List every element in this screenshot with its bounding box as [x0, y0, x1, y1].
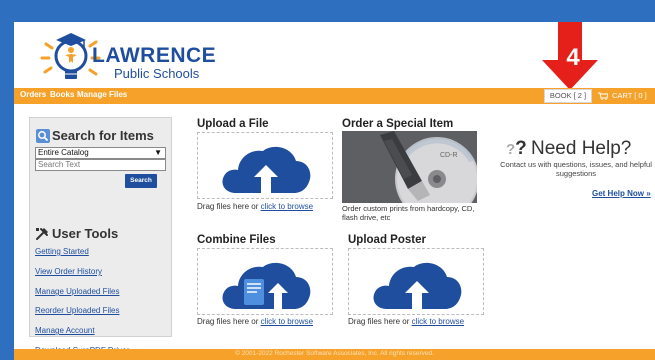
upload-poster-browse-link[interactable]: click to browse: [412, 317, 464, 326]
catalog-select[interactable]: Entire Catalog ▼: [35, 147, 166, 159]
upload-file-browse-link[interactable]: click to browse: [261, 202, 313, 211]
get-help-now-link[interactable]: Get Help Now »: [592, 189, 651, 198]
brand-name: LAWRENCE: [92, 44, 217, 67]
cloud-upload-icon: [222, 146, 311, 193]
upload-poster-title: Upload Poster: [348, 234, 426, 246]
upload-file-drag-text: Drag files here or: [197, 202, 261, 211]
cd-flashdrive-image[interactable]: CD-R: [342, 131, 477, 203]
cloud-upload-icon: [373, 262, 462, 309]
annotation-number: 4: [566, 44, 580, 71]
book-button[interactable]: BOOK [ 2 ]: [544, 89, 592, 103]
combine-files-drag-text: Drag files here or: [197, 317, 261, 326]
sidebar: Search for Items Entire Catalog ▼ Search…: [29, 117, 172, 355]
link-getting-started[interactable]: Getting Started: [35, 247, 89, 256]
cart-icon[interactable]: [598, 92, 608, 100]
link-reorder-uploaded-files[interactable]: Reorder Uploaded Files: [35, 306, 120, 315]
combine-files-title: Combine Files: [197, 234, 276, 246]
cloud-document-icon: [222, 262, 311, 309]
user-tools-title: User Tools: [52, 226, 119, 241]
help-title: Need Help?: [531, 138, 632, 159]
special-item-description: Order custom prints from hardcopy, CD, f…: [342, 204, 475, 222]
question-icon: ??: [506, 138, 527, 159]
link-manage-uploaded-files[interactable]: Manage Uploaded Files: [35, 287, 120, 296]
upload-poster-dropzone[interactable]: [348, 248, 484, 315]
svg-text:CD-R: CD-R: [440, 152, 458, 159]
tools-icon: [36, 228, 48, 240]
combine-files-browse-link[interactable]: click to browse: [261, 317, 313, 326]
catalog-select-value: Entire Catalog: [38, 148, 89, 157]
search-input[interactable]: Search Text: [35, 159, 166, 171]
upload-file-hint: Drag files here or click to browse: [197, 202, 313, 211]
nav-orders[interactable]: Orders: [20, 90, 46, 99]
footer: © 2001-2022 Rochester Software Associate…: [14, 349, 655, 360]
help-text: Contact us with questions, issues, and h…: [500, 160, 652, 178]
nav-manage-files[interactable]: Manage Files: [77, 90, 127, 99]
upload-poster-drag-text: Drag files here or: [348, 317, 412, 326]
link-view-order-history[interactable]: View Order History: [35, 267, 102, 276]
brand-subtitle: Public Schools: [114, 66, 200, 81]
link-manage-account[interactable]: Manage Account: [35, 326, 95, 335]
combine-files-dropzone[interactable]: [197, 248, 333, 315]
upload-file-title: Upload a File: [197, 118, 269, 130]
chevron-down-icon: ▼: [154, 148, 162, 157]
nav-books[interactable]: Books: [50, 90, 74, 99]
search-title: Search for Items: [52, 128, 154, 143]
special-item-title: Order a Special Item: [342, 118, 454, 130]
footer-copyright: © 2001-2022 Rochester Software Associate…: [235, 350, 434, 357]
combine-files-hint: Drag files here or click to browse: [197, 317, 313, 326]
upload-file-dropzone[interactable]: [197, 132, 333, 199]
search-icon: [36, 129, 50, 143]
search-button[interactable]: Search: [125, 174, 157, 188]
page: LAWRENCE Public Schools 4 Orders Books M…: [14, 22, 655, 360]
upload-poster-hint: Drag files here or click to browse: [348, 317, 464, 326]
cart-button[interactable]: CART [ 0 ]: [612, 90, 655, 103]
